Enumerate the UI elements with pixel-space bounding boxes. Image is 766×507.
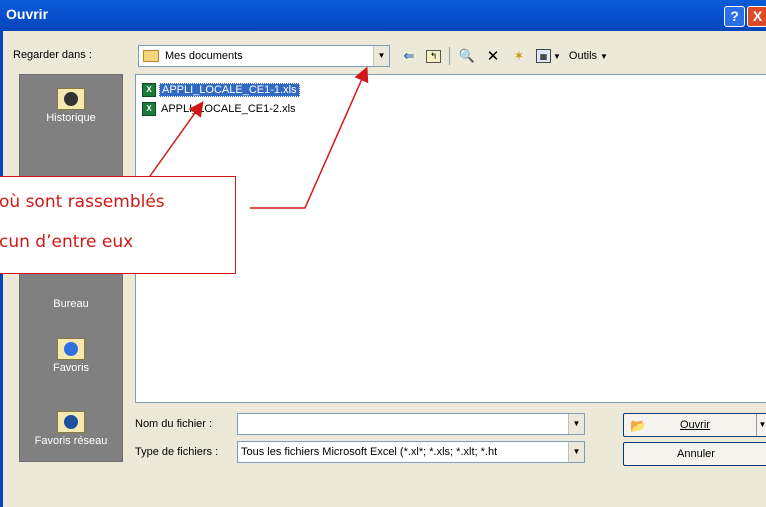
cancel-button[interactable]: Annuler <box>623 442 766 466</box>
filetype-select[interactable]: Tous les fichiers Microsoft Excel (*.xl*… <box>237 441 585 463</box>
lookin-combo[interactable]: Mes documents ▼ <box>138 45 390 67</box>
place-history[interactable]: Historique <box>20 80 122 124</box>
close-button[interactable]: X <box>747 6 766 27</box>
filename-label: Nom du fichier : <box>135 418 213 430</box>
chevron-down-icon[interactable]: ▼ <box>568 414 584 434</box>
place-favorites[interactable]: Favoris <box>20 330 122 374</box>
place-desktop[interactable]: Bureau <box>20 298 122 310</box>
open-dropdown-icon[interactable]: ▼ <box>756 414 766 436</box>
title-bar: Ouvrir ? X <box>0 0 766 31</box>
filetype-label: Type de fichiers : <box>135 446 219 458</box>
views-dropdown-icon[interactable]: ▼ <box>553 52 561 61</box>
toolbar: ⇐ ↰ 🔍 ✕ ✶ ▦ ▼ Outils ▼ <box>400 46 608 66</box>
lookin-value: Mes documents <box>165 50 243 62</box>
favorites-icon <box>64 342 78 356</box>
place-label: Favoris réseau <box>34 435 108 447</box>
filename-field[interactable]: ▼ <box>237 413 585 435</box>
open-folder-icon: 📂 <box>630 418 647 433</box>
place-label: Historique <box>46 112 96 124</box>
search-web-icon[interactable]: 🔍 <box>458 47 476 65</box>
annotation-line-2: cun d’entre eux <box>0 232 134 252</box>
place-label: Favoris <box>52 362 90 374</box>
file-name: APPLI_LOCALE_CE1-1.xls <box>159 83 300 97</box>
chevron-down-icon[interactable]: ▼ <box>568 442 584 462</box>
views-icon[interactable]: ▦ <box>536 49 551 63</box>
file-name: APPLI_LOCALE_CE1-2.xls <box>161 103 296 115</box>
list-item[interactable]: X APPLI_LOCALE_CE1-1.xls <box>142 82 300 98</box>
history-icon <box>64 92 78 106</box>
folder-icon <box>143 50 159 62</box>
excel-file-icon: X <box>142 83 156 97</box>
back-icon[interactable]: ⇐ <box>400 47 418 65</box>
up-folder-icon[interactable]: ↰ <box>426 49 441 63</box>
chevron-down-icon[interactable]: ▼ <box>373 46 389 66</box>
annotation-line-1: où sont rassemblés <box>0 192 165 212</box>
open-button[interactable]: 📂 Ouvrir ▼ <box>623 413 766 437</box>
help-button[interactable]: ? <box>724 6 745 27</box>
network-favorites-icon <box>64 415 78 429</box>
tools-dropdown-icon: ▼ <box>600 51 608 61</box>
lookin-label: Regarder dans : <box>13 49 92 61</box>
filetype-value: Tous les fichiers Microsoft Excel (*.xl*… <box>241 446 498 458</box>
toolbar-separator <box>449 47 450 65</box>
annotation-callout: où sont rassemblés cun d’entre eux <box>0 176 236 274</box>
delete-icon[interactable]: ✕ <box>484 47 502 65</box>
excel-file-icon: X <box>142 102 156 116</box>
tools-label: Outils <box>568 50 598 62</box>
tools-menu[interactable]: Outils ▼ <box>569 50 608 62</box>
open-button-label: Ouvrir <box>680 419 710 431</box>
place-label: Bureau <box>53 298 89 310</box>
new-folder-icon[interactable]: ✶ <box>510 47 528 65</box>
place-network-favorites[interactable]: Favoris réseau <box>20 403 122 447</box>
window-title: Ouvrir <box>6 6 49 22</box>
list-item[interactable]: X APPLI_LOCALE_CE1-2.xls <box>142 101 298 117</box>
